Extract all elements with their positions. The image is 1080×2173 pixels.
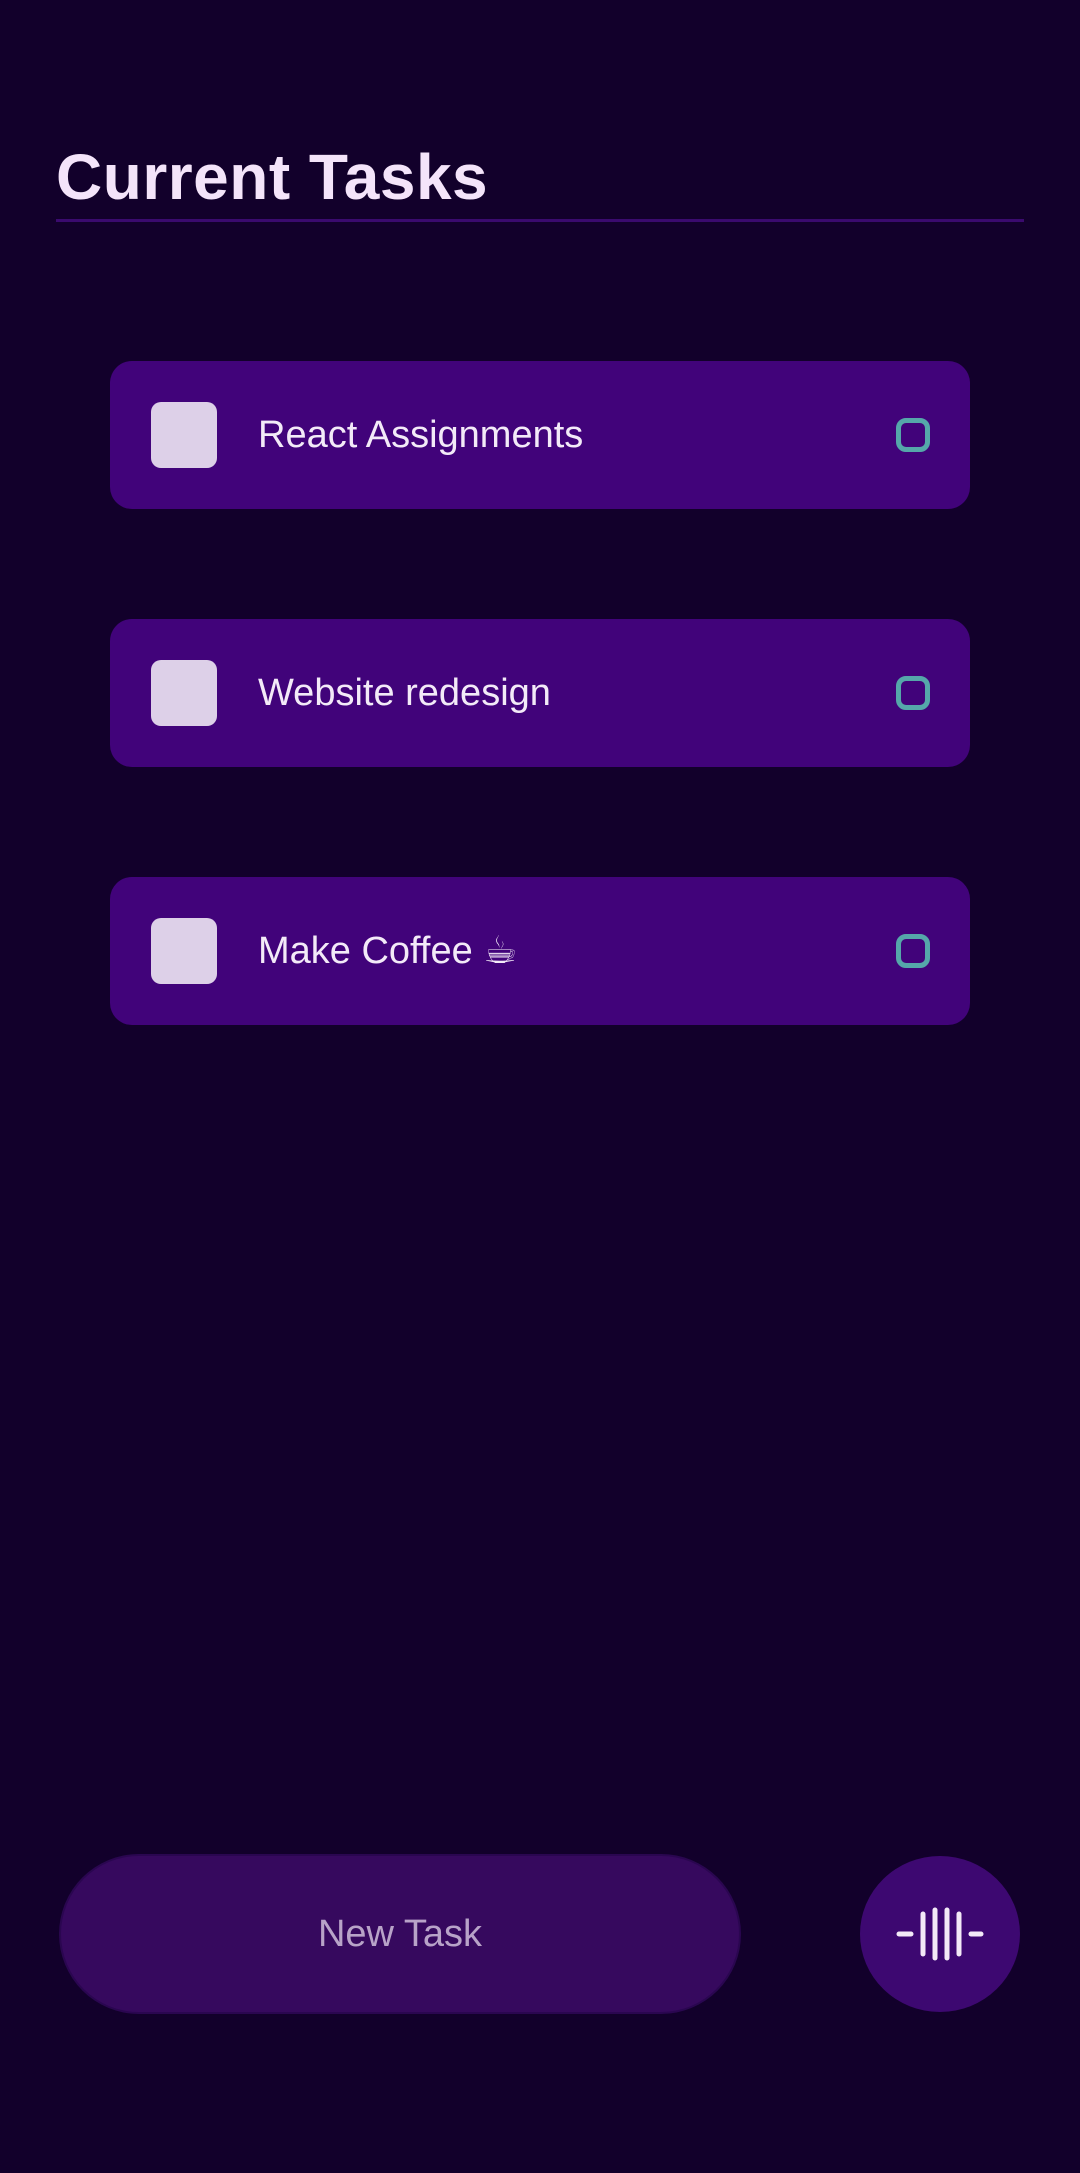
status-ring-icon[interactable]: [896, 418, 930, 452]
task-label: Website redesign: [258, 672, 551, 714]
page-title: Current Tasks: [56, 141, 489, 213]
task-checkbox[interactable]: [151, 918, 217, 984]
title-divider: [56, 219, 1024, 222]
status-ring-icon[interactable]: [896, 676, 930, 710]
status-ring-icon[interactable]: [896, 934, 930, 968]
task-item[interactable]: React Assignments: [110, 361, 970, 509]
new-task-placeholder: New Task: [317, 1912, 483, 1955]
task-label: Make Coffee ☕: [258, 930, 518, 972]
task-item[interactable]: Website redesign: [110, 619, 970, 767]
task-item[interactable]: Make Coffee ☕: [110, 877, 970, 1025]
voice-input-button[interactable]: [860, 1856, 1020, 2012]
voice-waveform-icon: [896, 1907, 984, 1961]
task-checkbox[interactable]: [151, 402, 217, 468]
task-checkbox[interactable]: [151, 660, 217, 726]
new-task-input[interactable]: New Task: [61, 1856, 739, 2012]
task-label: React Assignments: [258, 414, 584, 456]
task-list: React Assignments Website redesign Make …: [110, 361, 970, 1135]
